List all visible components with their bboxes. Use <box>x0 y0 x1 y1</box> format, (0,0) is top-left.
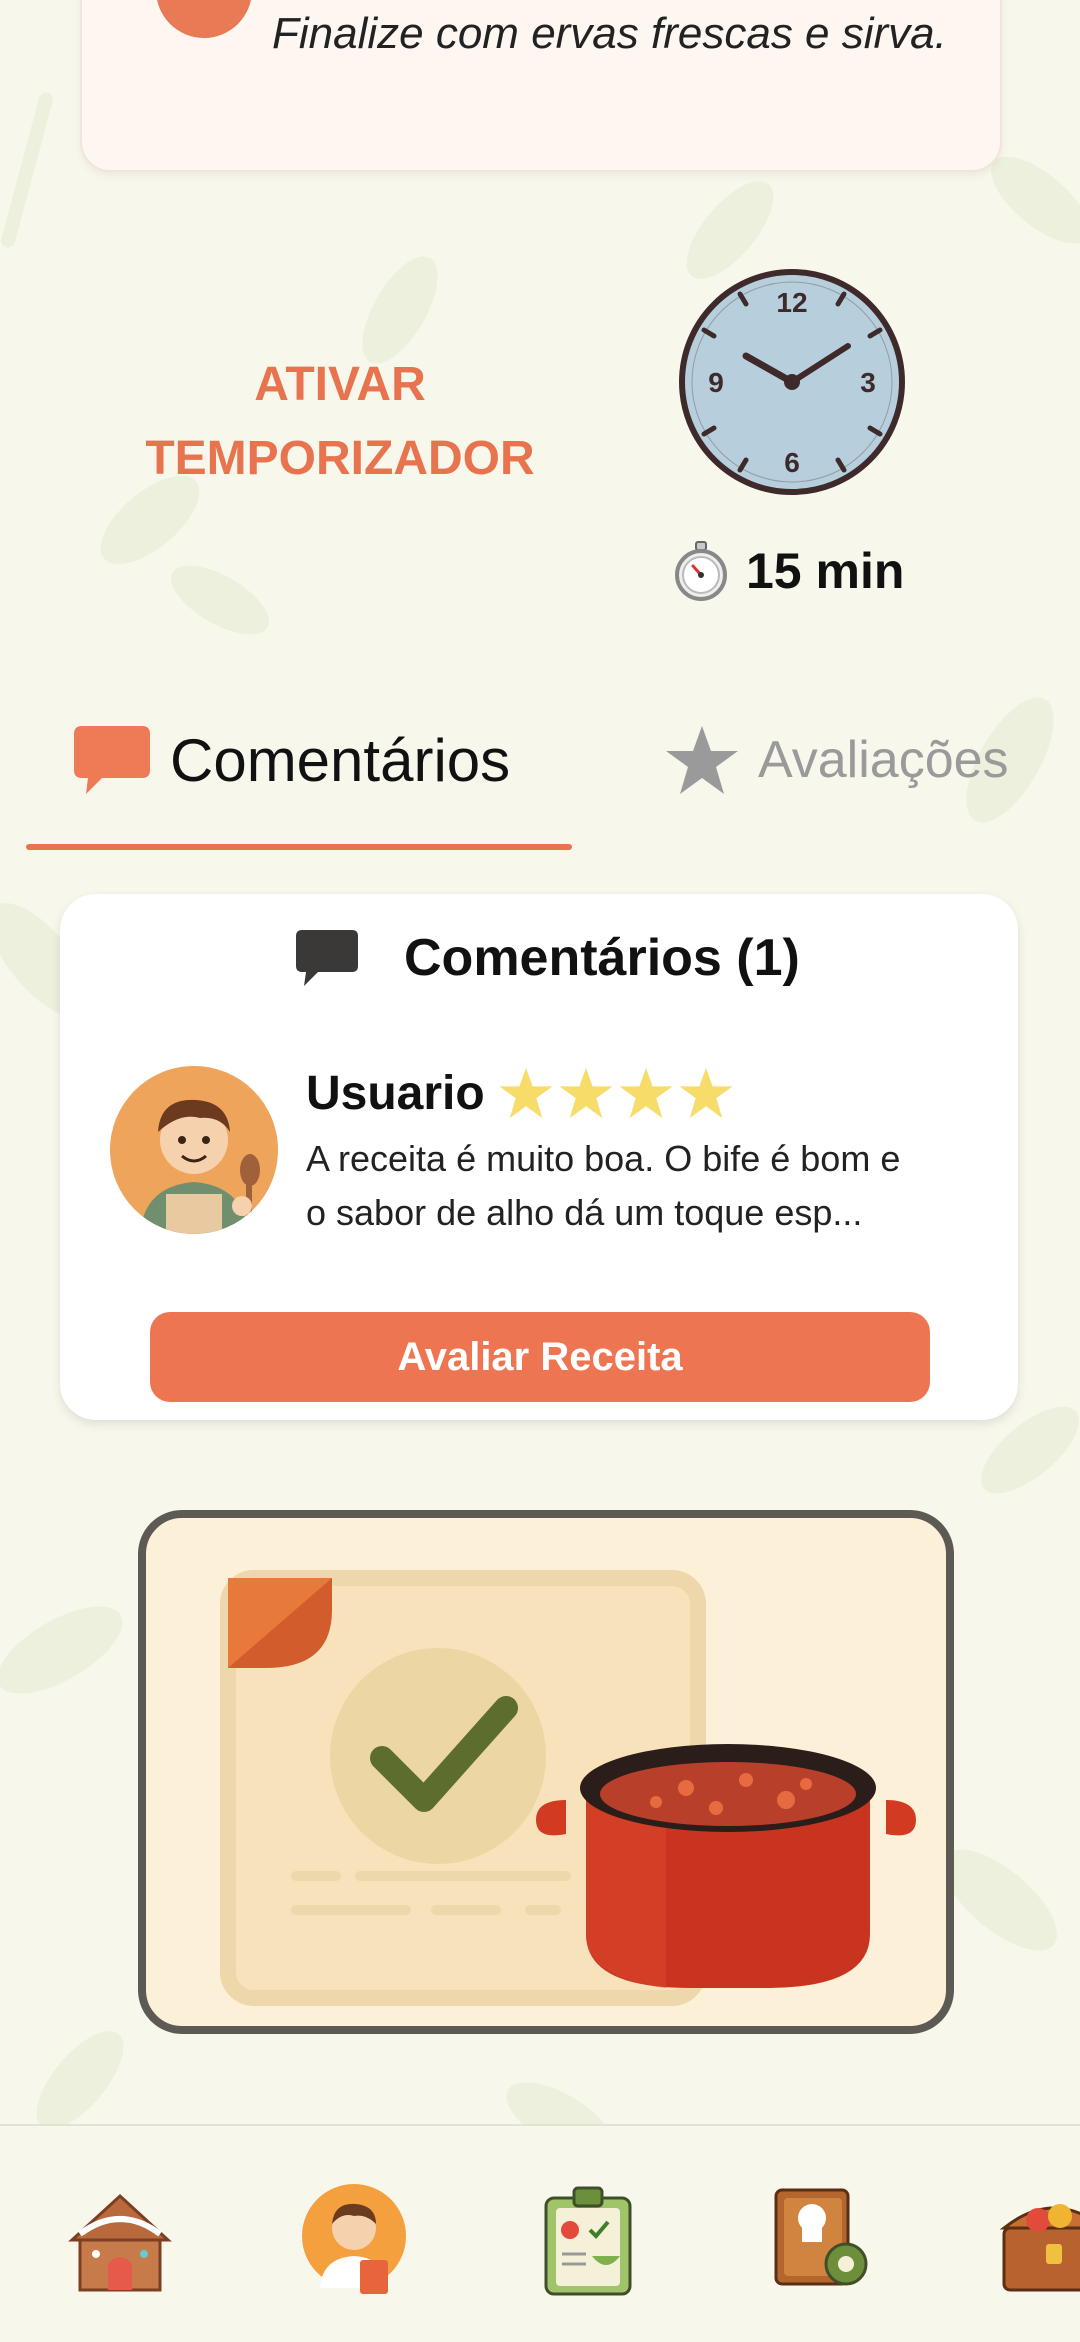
step-number-badge <box>156 0 252 38</box>
comment-text: A receita é muito boa. O bife é bom e o … <box>306 1138 901 1233</box>
nav-profile[interactable] <box>298 2184 410 2296</box>
star-icon <box>679 1067 733 1119</box>
speech-bubble-icon <box>74 726 150 794</box>
nav-recipe-book[interactable] <box>766 2184 878 2296</box>
comments-card: Comentários (1) Usuario A receita é muit… <box>60 894 1018 1420</box>
bottom-nav <box>0 2124 1080 2342</box>
step-card: Finalize com ervas frescas e sirva. <box>80 0 1002 172</box>
activate-timer-button[interactable]: ATIVAR TEMPORIZADOR <box>120 348 560 496</box>
star-icon <box>666 726 738 794</box>
tab-comments[interactable]: Comentários <box>72 710 510 810</box>
chef-avatar-illustration <box>110 1066 278 1234</box>
active-tab-indicator <box>26 844 572 850</box>
step-text: Finalize com ervas frescas e sirva. <box>272 9 947 58</box>
tab-reviews[interactable]: Avaliações <box>664 710 1009 810</box>
rate-recipe-button[interactable]: Avaliar Receita <box>150 1312 930 1402</box>
gingerbread-house-icon <box>68 2193 172 2292</box>
stopwatch-icon <box>675 541 727 601</box>
comments-title: Comentários (1) <box>404 929 800 987</box>
tab-reviews-label: Avaliações <box>758 731 1009 789</box>
comment-bubble-icon <box>296 930 358 986</box>
treasure-chest-icon <box>999 2204 1080 2292</box>
comment-username: Usuario <box>306 1067 485 1120</box>
avatar <box>110 1066 278 1234</box>
nav-shopping-list[interactable] <box>532 2184 644 2296</box>
clock-icon: 12 3 6 9 <box>679 269 905 495</box>
checklist-clipboard-icon <box>544 2186 632 2296</box>
timer-readout: 15 min <box>670 536 904 606</box>
star-icon <box>559 1067 613 1119</box>
recipe-book-settings-icon <box>774 2188 868 2286</box>
recipe-complete-illustration <box>138 1510 954 2034</box>
recipe-done-pot-icon <box>220 1570 916 2006</box>
tab-comments-label: Comentários <box>170 726 511 794</box>
star-icon <box>499 1067 553 1119</box>
svg-text:3: 3 <box>860 367 876 398</box>
star-icon <box>619 1067 673 1119</box>
nav-home[interactable] <box>64 2184 176 2296</box>
comment-rating <box>498 1066 734 1120</box>
nav-pantry[interactable] <box>998 2184 1080 2296</box>
svg-text:12: 12 <box>776 287 807 318</box>
svg-text:9: 9 <box>708 367 724 398</box>
timer-duration: 15 min <box>746 543 905 599</box>
chef-profile-icon <box>302 2184 406 2294</box>
comments-header: Comentários (1) <box>294 928 800 988</box>
svg-text:6: 6 <box>784 447 800 478</box>
